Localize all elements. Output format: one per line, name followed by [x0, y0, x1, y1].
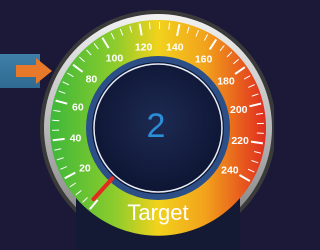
gauge-tick-label: 220: [231, 135, 249, 147]
gauge-minor-tick: [52, 119, 60, 122]
gauge-tick-label: 60: [72, 102, 84, 114]
gauge-target-label: Target: [127, 200, 189, 225]
gauge-major-tick: [52, 137, 65, 142]
gauge-widget: 20 40 60 80 100 120 140 160 180 200 220 240 2 Targe…: [0, 0, 274, 250]
gauge-tick-label: 40: [70, 133, 82, 145]
gauge-tick-label: 120: [135, 41, 153, 53]
gauge-tick-label: 100: [106, 52, 124, 64]
gauge-tick-label: 180: [217, 75, 235, 87]
gauge-tick-label: 140: [166, 42, 184, 54]
gauge-tick-label: 160: [195, 54, 213, 66]
gauge-tick-label: 80: [86, 73, 98, 85]
arrow-right-icon: [16, 58, 52, 84]
gauge-readout: 2: [146, 107, 166, 145]
gauge-tick-label: 20: [79, 162, 91, 174]
gauge-tick-label: 240: [221, 165, 239, 177]
gauge-tick-label: 200: [230, 104, 248, 116]
gauge-minor-tick: [149, 22, 151, 30]
